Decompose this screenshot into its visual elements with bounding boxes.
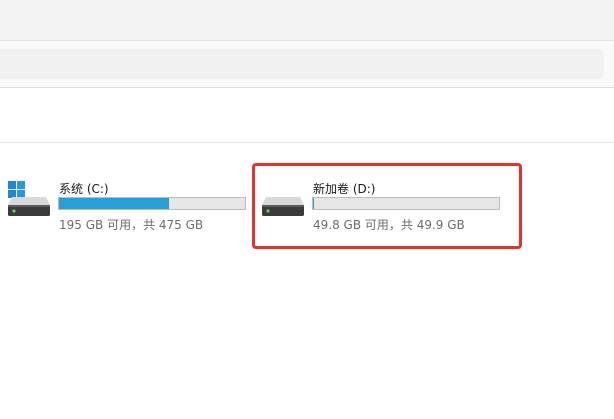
drive-c-name: 系统 (C:) xyxy=(59,182,109,196)
address-bar[interactable] xyxy=(0,49,604,79)
drive-c-usage-fill xyxy=(59,198,169,209)
toolbar xyxy=(0,88,614,143)
drive-d-name: 新加卷 (D:) xyxy=(313,182,376,196)
drives-content: 系统 (C:) 195 GB 可用，共 475 GB 新加卷 (D:) 49.8… xyxy=(0,143,614,419)
hard-drive-windows-icon xyxy=(8,181,50,216)
address-area xyxy=(0,41,614,88)
drive-d-item[interactable]: 新加卷 (D:) 49.8 GB 可用，共 49.9 GB xyxy=(260,177,502,233)
title-bar xyxy=(0,0,614,41)
drive-c-item[interactable]: 系统 (C:) 195 GB 可用，共 475 GB xyxy=(6,177,248,233)
drive-c-usage-bar xyxy=(58,197,246,210)
file-explorer-window: 系统 (C:) 195 GB 可用，共 475 GB 新加卷 (D:) 49.8… xyxy=(0,0,614,419)
hard-drive-icon xyxy=(262,197,304,216)
drive-d-usage-bar xyxy=(312,197,500,210)
drive-c-space: 195 GB 可用，共 475 GB xyxy=(59,218,204,232)
drive-d-space: 49.8 GB 可用，共 49.9 GB xyxy=(313,218,465,232)
